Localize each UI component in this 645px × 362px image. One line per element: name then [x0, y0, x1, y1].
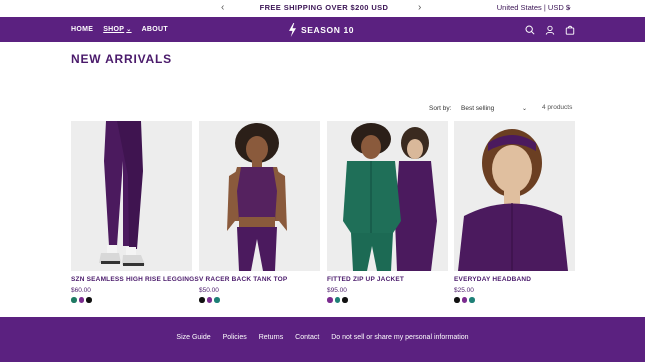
nav-shop[interactable]: SHOP ⌄ [103, 26, 131, 33]
product-name[interactable]: EVERYDAY HEADBAND [454, 276, 531, 283]
footer-link-policies[interactable]: Policies [223, 334, 247, 341]
next-announcement-icon[interactable]: › [418, 2, 421, 14]
swatch-purple[interactable] [327, 297, 333, 303]
color-swatches [454, 297, 475, 303]
product-count: 4 products [542, 104, 573, 111]
announcement-message: FREE SHIPPING OVER $200 USD [259, 3, 389, 12]
swatch-black[interactable] [86, 297, 92, 303]
product-image[interactable] [454, 121, 575, 271]
search-icon[interactable] [525, 25, 535, 35]
swatch-purple[interactable] [78, 297, 84, 303]
prev-announcement-icon[interactable]: ‹ [221, 2, 224, 14]
footer-link-privacy[interactable]: Do not sell or share my personal informa… [331, 334, 468, 341]
nav-about[interactable]: ABOUT [142, 26, 168, 33]
swatch-black[interactable] [342, 297, 348, 303]
footer-link-contact[interactable]: Contact [295, 334, 319, 341]
swatch-green[interactable] [71, 297, 77, 303]
site-header: HOME SHOP ⌄ ABOUT SEASON 10 [0, 17, 645, 42]
chevron-down-icon: ⌄ [521, 106, 527, 112]
locale-selector[interactable]: United States | USD $ [497, 3, 570, 12]
swatch-teal[interactable] [469, 297, 475, 303]
header-actions [525, 17, 575, 42]
logo-bolt-icon [289, 22, 296, 37]
product-price: $25.00 [454, 287, 474, 294]
product-name[interactable]: V RACER BACK TANK TOP [199, 276, 287, 283]
product-image[interactable] [199, 121, 320, 271]
product-card[interactable]: SZN SEAMLESS HIGH RISE LEGGINGS $60.00 [71, 121, 199, 306]
sort-label: Sort by: [429, 105, 452, 112]
swatch-purple[interactable] [206, 297, 212, 303]
footer-links: Size Guide Policies Returns Contact Do n… [0, 334, 645, 341]
swatch-purple[interactable] [461, 297, 467, 303]
footer-link-size-guide[interactable]: Size Guide [176, 334, 210, 341]
product-card[interactable]: V RACER BACK TANK TOP $50.00 [199, 121, 320, 306]
footer-link-returns[interactable]: Returns [259, 334, 284, 341]
page-title: NEW ARRIVALS [71, 52, 172, 66]
product-image[interactable] [71, 121, 192, 271]
swatch-black[interactable] [199, 297, 205, 303]
account-icon[interactable] [545, 25, 555, 35]
chevron-down-icon: ⌄ [126, 27, 132, 33]
swatch-teal[interactable] [334, 297, 340, 303]
announcement-bar: ‹ FREE SHIPPING OVER $200 USD › United S… [0, 0, 645, 17]
product-grid: SZN SEAMLESS HIGH RISE LEGGINGS $60.00 V… [71, 121, 575, 311]
swatch-black[interactable] [454, 297, 460, 303]
swatch-teal[interactable] [214, 297, 220, 303]
color-swatches [199, 297, 220, 303]
product-image[interactable] [327, 121, 448, 271]
color-swatches [71, 297, 92, 303]
logo-text: SEASON 10 [301, 24, 355, 35]
product-card[interactable]: FITTED ZIP UP JACKET $95.00 [327, 121, 448, 306]
site-footer: Size Guide Policies Returns Contact Do n… [0, 317, 645, 362]
product-price: $95.00 [327, 287, 347, 294]
site-logo[interactable]: SEASON 10 [288, 22, 354, 37]
product-price: $50.00 [199, 287, 219, 294]
product-name[interactable]: SZN SEAMLESS HIGH RISE LEGGINGS [71, 276, 199, 283]
sort-bar: Sort by: Best selling ⌄ 4 products [0, 104, 645, 116]
cart-icon[interactable] [565, 25, 575, 35]
nav-shop-label: SHOP [103, 26, 125, 33]
nav-home[interactable]: HOME [71, 26, 93, 33]
sort-select[interactable]: Best selling ⌄ [461, 104, 527, 115]
color-swatches [327, 297, 348, 303]
sort-selected-value: Best selling [461, 105, 495, 112]
product-card[interactable]: EVERYDAY HEADBAND $25.00 [454, 121, 575, 306]
product-price: $60.00 [71, 287, 91, 294]
main-nav: HOME SHOP ⌄ ABOUT [71, 17, 168, 42]
product-name[interactable]: FITTED ZIP UP JACKET [327, 276, 404, 283]
chevron-down-icon: ⌄ [566, 4, 572, 11]
